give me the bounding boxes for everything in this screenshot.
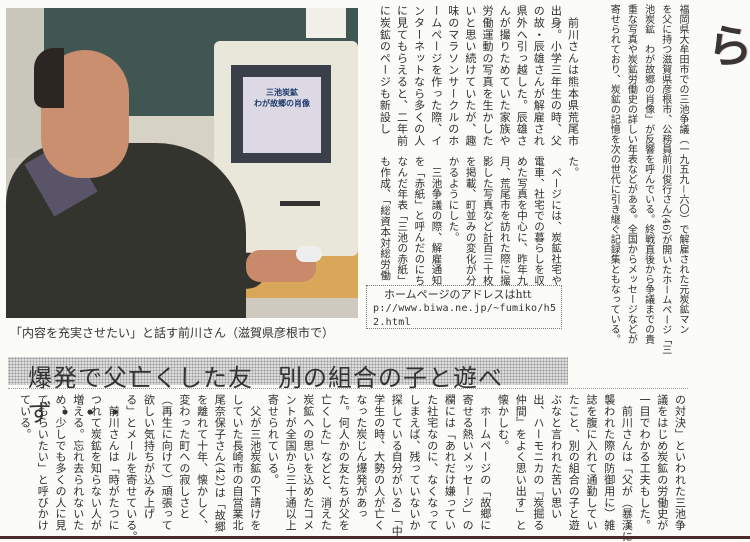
text-column: 議をはじめ炭鉱の労働史が <box>655 394 669 531</box>
text-column: た。 <box>567 156 580 178</box>
text-column: んが撮りためていた家族や <box>498 5 512 147</box>
text-column: の故・辰雄さんが解雇され <box>532 5 546 147</box>
text-column: かるようにした。 <box>447 156 460 243</box>
text-column: に見てもらえると、二年前 <box>395 5 409 147</box>
photo-mouse <box>296 246 322 262</box>
address-line-3: 2.html <box>373 317 411 328</box>
photo-screen-title-1: 三池炭鉱 <box>266 88 298 97</box>
text-column: 出身。小学三年生の時、父 <box>549 5 563 147</box>
photo-screen-page: 三池炭鉱 わが故郷の肖像 <box>243 77 321 153</box>
text-column: 池炭鉱 わが故郷の肖像」が反響を呼んでいる。終戦直後から争議までの貴 <box>642 4 654 344</box>
divider <box>8 388 688 389</box>
text-column: めた写真を中心に、昨年九 <box>515 156 528 286</box>
subheadline: 爆発で父亡くした友 別の組合の子と遊べず・・・ <box>28 364 503 427</box>
text-column: 月、荒尾市を訪れた際に撮 <box>498 156 511 286</box>
text-column: 寄せられており、炭鉱の記憶を次の世代に引き継ぐ記録集ともなっている。 <box>608 4 620 344</box>
text-column: 一目でわかる工夫もした。 <box>638 394 652 531</box>
text-column: 福岡県大牟田市での三池争議（一九五九－六〇）で解雇された元炭鉱マン <box>677 4 688 334</box>
headline: 望郷メール全国から <box>700 22 750 486</box>
text-column: 襲われた際の防御用に）雑 <box>602 394 616 531</box>
photo: 三池炭鉱 わが故郷の肖像 <box>6 8 358 318</box>
text-column: 重な写真や炭鉱労働史の詳しい年表などがある。全国からメッセージなどが <box>625 4 637 344</box>
text-column: 前川さんは熊本県荒尾市 <box>566 5 580 147</box>
photo-caption: 「内容を充実させたい」と話す前川さん（滋賀県彦根市で） <box>10 326 335 340</box>
text-column: 電車、社宅での暮らしを収 <box>533 156 546 286</box>
text-column: 前川さんは「父が（暴漢に <box>620 394 634 542</box>
subheadline-band: 爆発で父亡くした友 別の組合の子と遊べず・・・ <box>8 357 568 427</box>
photo-screen-title-2: わが故郷の肖像 <box>254 99 310 108</box>
address-line-1: ホームページのアドレスはhtt <box>373 288 532 301</box>
text-column: に炭鉱のページも新設し <box>378 5 392 135</box>
text-column: を父に持つ滋賀県彦根市、公務員前川俊行さん(46)が開いたホームページ「三 <box>659 4 671 355</box>
text-column: を「赤紙」と呼んだのにち <box>413 156 426 286</box>
photo-floppy-slot <box>280 201 320 206</box>
address-box: ホームページのアドレスはhtt p://www.biwa.ne.jp/~fumi… <box>366 285 562 329</box>
bottom-rule <box>0 536 750 539</box>
text-column: たこと、別の組合の子と遊 <box>567 394 581 531</box>
text-column: の対決」といわれた三池争 <box>673 394 687 531</box>
text-column: 誌を腹に入れて通勤してい <box>585 394 598 531</box>
text-column: も作成、「総資本対総労働 <box>379 156 392 281</box>
text-column: ンターネットなら多くの人 <box>412 5 426 147</box>
text-column: 労働運動の写真を生かした <box>481 5 494 147</box>
text-column: 味のマラソンサークルのホ <box>446 5 460 147</box>
text-column: いと思い続けていたが、趣 <box>463 5 477 147</box>
text-column: ームページを作った際、イ <box>429 5 443 147</box>
photo-man-hair <box>34 48 64 108</box>
address-line-2: p://www.biwa.ne.jp/~fumiko/h5 <box>373 303 557 314</box>
text-column: 県外へ引っ越した。辰雄さ <box>515 5 529 147</box>
photo-notice <box>306 8 346 38</box>
text-column: 三池争議の際、解雇通知 <box>430 156 443 286</box>
photo-monitor-screen: 三池炭鉱 わが故郷の肖像 <box>231 65 331 163</box>
text-column: を掲載、町並みの変化が分 <box>464 156 477 286</box>
text-column: 影した写真など計百三十枚 <box>481 156 494 286</box>
text-column: ページには、炭鉱社宅や <box>550 156 563 286</box>
text-column: なんだ年表「三池の赤紙」 <box>396 156 409 286</box>
